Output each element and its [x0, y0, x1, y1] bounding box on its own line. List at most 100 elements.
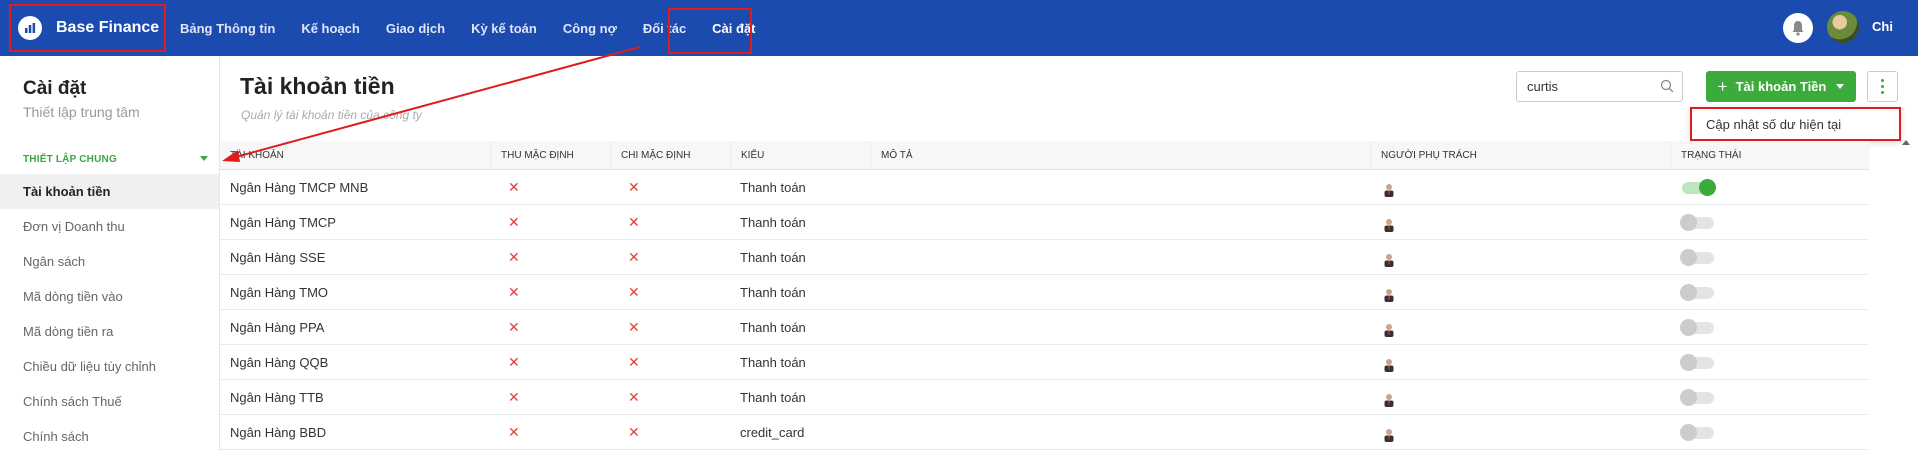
- page-subtitle: Quản lý tài khoản tiền của công ty: [241, 108, 422, 122]
- account-name: Ngân Hàng PPA: [230, 320, 325, 335]
- pay-default-x-icon: ✕: [628, 424, 640, 440]
- column-header-kieu[interactable]: KIỂU: [730, 141, 870, 170]
- table-row[interactable]: Ngân Hàng TMCP ✕ ✕ Thanh toán: [220, 205, 1869, 240]
- toggle-knob: [1680, 249, 1697, 266]
- more-dot-icon: [1881, 85, 1884, 88]
- table-row[interactable]: Ngân Hàng TMO ✕ ✕ Thanh toán: [220, 275, 1869, 310]
- notification-bell-icon[interactable]: [1783, 13, 1813, 43]
- nav-item-cong-no[interactable]: Công nợ: [563, 21, 617, 36]
- pay-default-x-icon: ✕: [628, 354, 640, 370]
- status-toggle[interactable]: [1680, 319, 1714, 336]
- nav-item-ky-ke-toan[interactable]: Kỳ kế toán: [471, 21, 537, 36]
- person-icon[interactable]: [1383, 428, 1395, 442]
- status-toggle[interactable]: [1680, 249, 1714, 266]
- user-avatar[interactable]: [1827, 11, 1859, 43]
- pay-default-x-icon: ✕: [628, 319, 640, 335]
- column-header-tai-khoan[interactable]: TÀI KHOẢN: [220, 141, 490, 170]
- more-options-button[interactable]: [1867, 71, 1898, 102]
- account-name: Ngân Hàng SSE: [230, 250, 326, 265]
- toggle-knob: [1680, 284, 1697, 301]
- pay-default-x-icon: ✕: [628, 284, 640, 300]
- account-name: Ngân Hàng TMCP: [230, 215, 336, 230]
- sidebar-item-ma-dong-tien-vao[interactable]: Mã dòng tiền vào: [0, 279, 219, 314]
- sidebar-item-don-vi-doanh-thu[interactable]: Đơn vị Doanh thu: [0, 209, 219, 244]
- receive-default-x-icon: ✕: [508, 354, 520, 370]
- sidebar-title: Cài đặt: [23, 78, 87, 99]
- pay-default-x-icon: ✕: [628, 389, 640, 405]
- account-type: Thanh toán: [740, 215, 806, 230]
- dropdown-update-balance[interactable]: Cập nhật số dư hiện tại: [1690, 107, 1901, 141]
- table-header: TÀI KHOẢN THU MẶC ĐỊNH CHI MẶC ĐỊNH KIỂU MÔ …: [220, 141, 1869, 170]
- person-icon[interactable]: [1383, 323, 1395, 337]
- highlight-settings-nav-box: [668, 8, 752, 54]
- person-icon[interactable]: [1383, 183, 1395, 197]
- sidebar-subtitle: Thiết lập trung tâm: [23, 104, 140, 120]
- toggle-knob: [1699, 179, 1716, 196]
- person-icon[interactable]: [1383, 288, 1395, 302]
- status-toggle[interactable]: [1682, 179, 1716, 196]
- scroll-up-icon[interactable]: [1902, 140, 1910, 145]
- sidebar-item-chinh-sach[interactable]: Chính sách: [0, 419, 219, 454]
- account-type: Thanh toán: [740, 355, 806, 370]
- account-name: Ngân Hàng QQB: [230, 355, 329, 370]
- receive-default-x-icon: ✕: [508, 424, 520, 440]
- person-icon[interactable]: [1383, 393, 1395, 407]
- caret-down-icon: [1836, 84, 1845, 89]
- person-icon[interactable]: [1383, 253, 1395, 267]
- table-row[interactable]: Ngân Hàng TMCP MNB ✕ ✕ Thanh toán: [220, 170, 1869, 205]
- table-row[interactable]: Ngân Hàng QQB ✕ ✕ Thanh toán: [220, 345, 1869, 380]
- table-row[interactable]: Ngân Hàng BBD ✕ ✕ credit_card: [220, 415, 1869, 450]
- nav-item-bang-thong-tin[interactable]: Bảng Thông tin: [180, 21, 275, 36]
- nav-item-giao-dich[interactable]: Giao dịch: [386, 21, 445, 36]
- status-toggle[interactable]: [1680, 354, 1714, 371]
- receive-default-x-icon: ✕: [508, 389, 520, 405]
- search-input[interactable]: [1517, 72, 1647, 101]
- sidebar-item-tai-khoan-tien[interactable]: Tài khoản tiền: [0, 174, 219, 209]
- column-header-mo-ta[interactable]: MÔ TẢ: [870, 141, 1370, 170]
- caret-down-icon[interactable]: [200, 156, 208, 161]
- page-title: Tài khoản tiền: [240, 73, 395, 99]
- sidebar-item-ngan-sach[interactable]: Ngân sách: [0, 244, 219, 279]
- more-dot-icon: [1881, 91, 1884, 94]
- status-toggle[interactable]: [1680, 424, 1714, 441]
- toggle-knob: [1680, 319, 1697, 336]
- plus-icon: +: [1717, 76, 1728, 96]
- toggle-knob: [1680, 389, 1697, 406]
- user-name[interactable]: Chi: [1872, 19, 1893, 34]
- sidebar-item-chieu-du-lieu-tuy-chinh[interactable]: Chiều dữ liệu tùy chỉnh: [0, 349, 219, 384]
- toggle-knob: [1680, 424, 1697, 441]
- column-header-nguoi-phu-trach[interactable]: NGƯỜI PHỤ TRÁCH: [1370, 141, 1670, 170]
- column-header-chi-mac-dinh[interactable]: CHI MẶC ĐỊNH: [610, 141, 730, 170]
- account-type: Thanh toán: [740, 390, 806, 405]
- table-row[interactable]: Ngân Hàng SSE ✕ ✕ Thanh toán: [220, 240, 1869, 275]
- status-toggle[interactable]: [1680, 214, 1714, 231]
- table-row[interactable]: Ngân Hàng PPA ✕ ✕ Thanh toán: [220, 310, 1869, 345]
- nav-item-ke-hoach[interactable]: Kế hoạch: [301, 21, 360, 36]
- pay-default-x-icon: ✕: [628, 179, 640, 195]
- account-type: Thanh toán: [740, 180, 806, 195]
- status-toggle[interactable]: [1680, 284, 1714, 301]
- account-name: Ngân Hàng TTB: [230, 390, 324, 405]
- receive-default-x-icon: ✕: [508, 214, 520, 230]
- status-toggle[interactable]: [1680, 389, 1714, 406]
- receive-default-x-icon: ✕: [508, 319, 520, 335]
- account-type: Thanh toán: [740, 285, 806, 300]
- add-cash-account-button[interactable]: + Tài khoản Tiền: [1706, 71, 1856, 102]
- receive-default-x-icon: ✕: [508, 249, 520, 265]
- person-icon[interactable]: [1383, 358, 1395, 372]
- person-icon[interactable]: [1383, 218, 1395, 232]
- top-navbar: Base Finance Bảng Thông tin Kế hoạch Giao …: [0, 0, 1918, 56]
- pay-default-x-icon: ✕: [628, 249, 640, 265]
- receive-default-x-icon: ✕: [508, 284, 520, 300]
- column-header-trang-thai[interactable]: TRẠNG THÁI: [1670, 141, 1869, 170]
- pay-default-x-icon: ✕: [628, 214, 640, 230]
- sidebar-item-chinh-sach-thue[interactable]: Chính sách Thuế: [0, 384, 219, 419]
- sidebar-section-general[interactable]: THIẾT LẬP CHUNG: [23, 154, 117, 165]
- column-header-thu-mac-dinh[interactable]: THU MẶC ĐỊNH: [490, 141, 610, 170]
- sidebar-item-ma-dong-tien-ra[interactable]: Mã dòng tiền ra: [0, 314, 219, 349]
- account-name: Ngân Hàng TMO: [230, 285, 329, 300]
- search-icon[interactable]: [1660, 79, 1674, 93]
- add-button-label: Tài khoản Tiền: [1735, 79, 1827, 94]
- table-row[interactable]: Ngân Hàng TTB ✕ ✕ Thanh toán: [220, 380, 1869, 415]
- account-type: Thanh toán: [740, 320, 806, 335]
